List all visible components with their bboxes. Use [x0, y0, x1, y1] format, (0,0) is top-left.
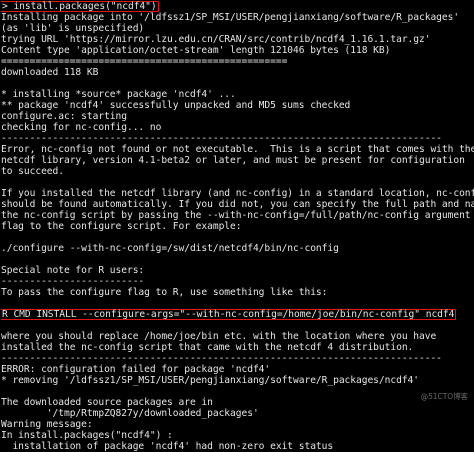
- terminal-line: checking for nc-config... no: [1, 122, 162, 133]
- highlighted-command-line: R CMD INSTALL --configure-args="--with-n…: [1, 309, 474, 320]
- terminal-window[interactable]: > install.packages("ncdf4") Installing pa…: [0, 0, 474, 452]
- terminal-line: If you installed the netcdf library (and…: [1, 188, 474, 199]
- terminal-line: where you should replace /home/joe/bin e…: [1, 331, 437, 342]
- terminal-line: Content type 'application/octet-stream' …: [1, 45, 391, 56]
- terminal-line: Installing package into '/ldfssz1/SP_MSI…: [1, 12, 460, 23]
- terminal-line: (as 'lib' is unspecified): [1, 23, 145, 34]
- watermark: @51CTO博客: [420, 392, 468, 401]
- terminal-line: In install.packages("ncdf4") :: [1, 430, 173, 441]
- terminal-line: trying URL 'https://mirror.lzu.edu.cn/CR…: [1, 34, 431, 45]
- terminal-line: installation of package 'ncdf4' had non-…: [1, 441, 334, 452]
- terminal-line: To pass the configure flag to R, use som…: [1, 287, 328, 298]
- terminal-line: ERROR: configuration failed for package …: [1, 364, 271, 375]
- terminal-line: the nc-config script by passing the --wi…: [1, 210, 471, 221]
- terminal-line: Special note for R users:: [1, 265, 145, 276]
- terminal-line: * installing *source* package 'ncdf4' ..…: [1, 89, 236, 100]
- terminal-line: ----------------------------------------…: [1, 133, 442, 144]
- terminal-line: Warning message:: [1, 419, 93, 430]
- terminal-line: ./configure --with-nc-config=/sw/dist/ne…: [1, 243, 339, 254]
- terminal-output: > install.packages("ncdf4") Installing pa…: [1, 1, 474, 452]
- terminal-line: '/tmp/RtmpZQ827y/downloaded_packages': [1, 408, 259, 419]
- terminal-line: ----------------------------------------…: [1, 353, 442, 364]
- terminal-line: Error, nc-config not found or not execut…: [1, 144, 474, 155]
- terminal-line: configure.ac: starting: [1, 111, 127, 122]
- terminal-line: ** package 'ncdf4' successfully unpacked…: [1, 100, 351, 111]
- terminal-line: -------------------------: [1, 276, 145, 287]
- terminal-line: downloaded 118 KB: [1, 67, 99, 78]
- terminal-line: netcdf library, version 4.1-beta2 or lat…: [1, 155, 465, 166]
- terminal-line: installed the nc-config script that came…: [1, 342, 414, 353]
- terminal-line: should be found automatically. If you di…: [1, 199, 474, 210]
- terminal-line: ========================================…: [1, 56, 288, 67]
- terminal-line: to succeed.: [1, 166, 64, 177]
- highlight-box: R CMD INSTALL --configure-args="--with-n…: [1, 309, 457, 320]
- terminal-line: * removing '/ldfssz1/SP_MSI/USER/pengjia…: [1, 375, 419, 386]
- highlight-box: > install.packages("ncdf4"): [1, 1, 159, 12]
- terminal-line: The downloaded source packages are in: [1, 397, 213, 408]
- highlighted-command-line: > install.packages("ncdf4"): [1, 1, 474, 12]
- terminal-line: flag to the configure script. For exampl…: [1, 221, 242, 232]
